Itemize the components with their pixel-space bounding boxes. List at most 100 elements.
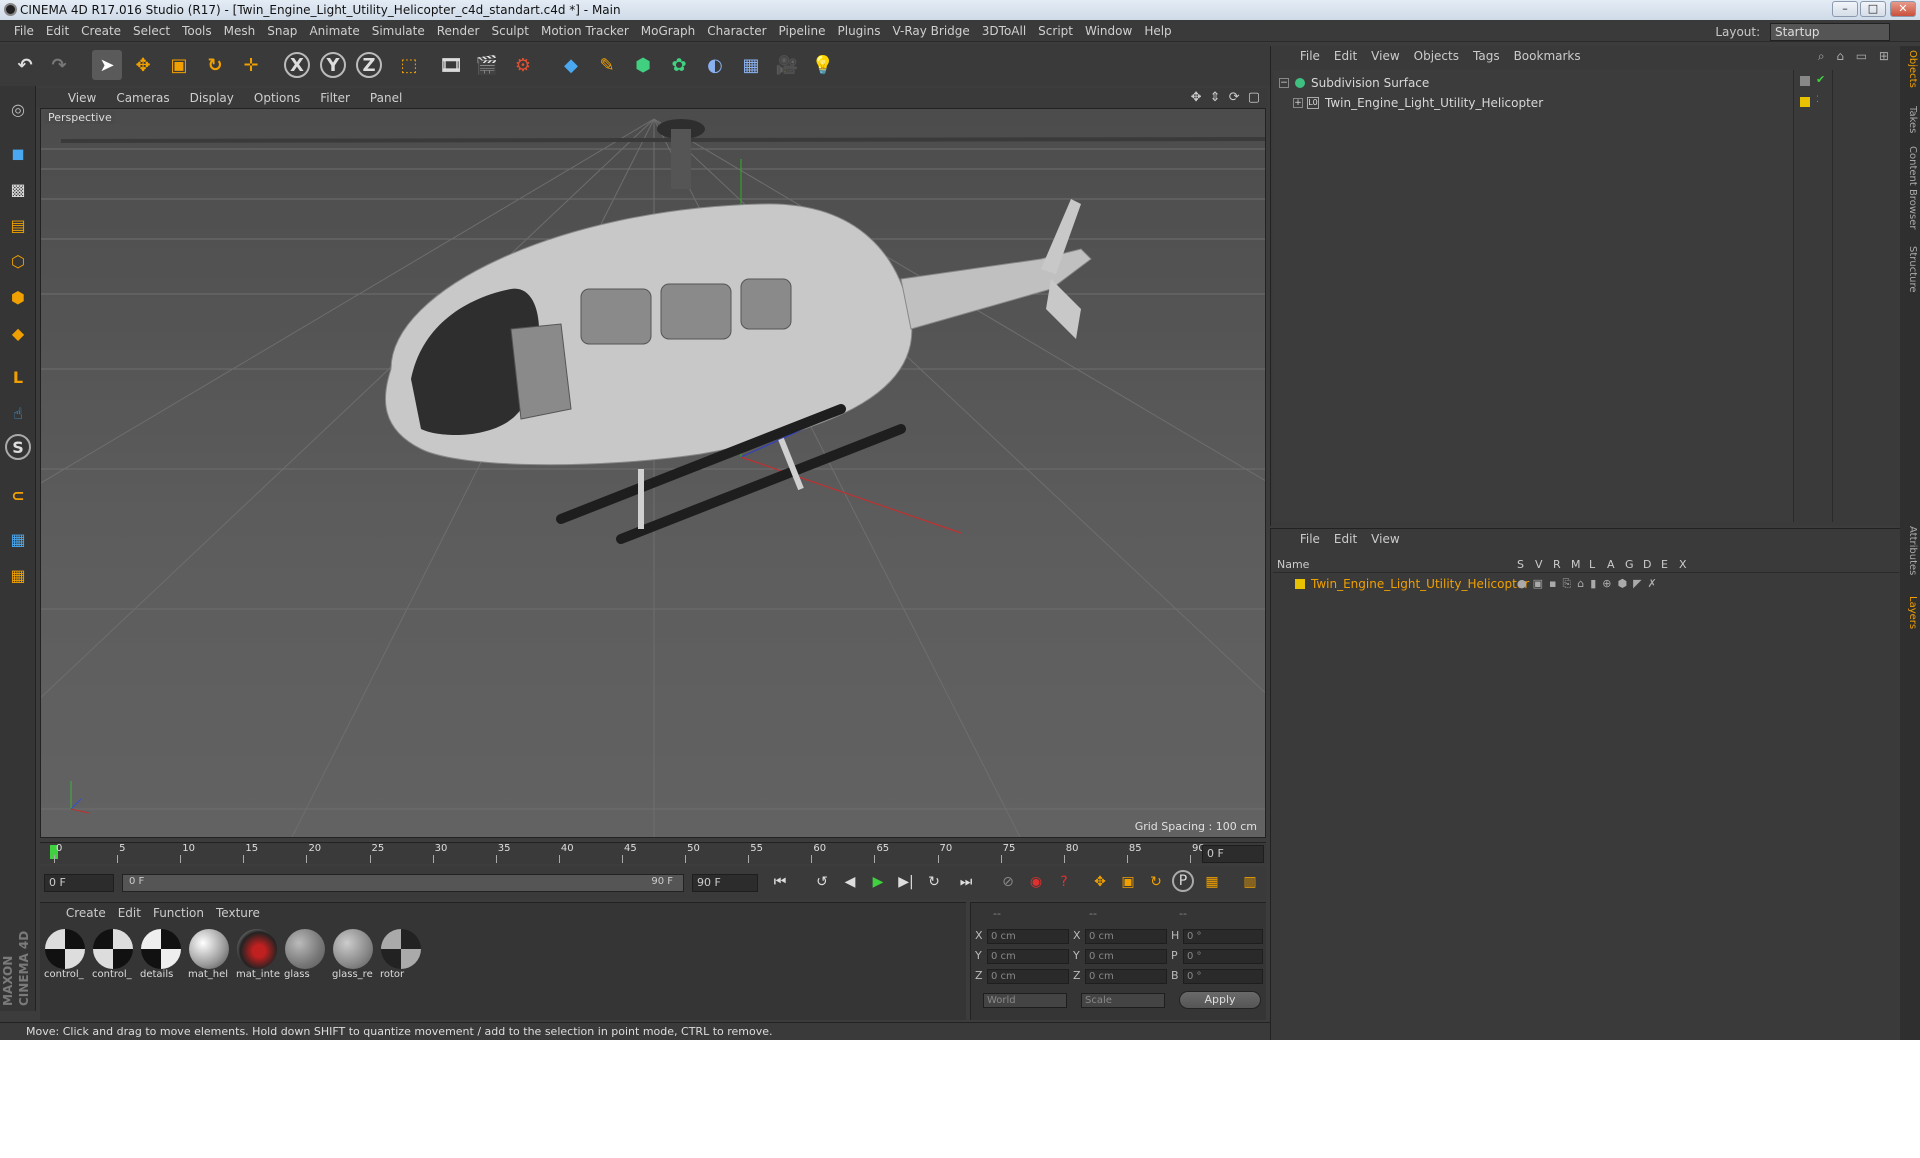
magnet-icon[interactable]: ⊂	[3, 480, 33, 510]
viewport-menu-view[interactable]: View	[58, 88, 106, 108]
layer-menu-file[interactable]: File	[1293, 529, 1327, 549]
snap-icon[interactable]: S	[5, 434, 31, 460]
layer-column-x[interactable]: X	[1679, 557, 1687, 573]
menu-window[interactable]: Window	[1079, 20, 1138, 42]
layer-column-m[interactable]: M	[1571, 557, 1581, 573]
layer-name[interactable]: Twin_Engine_Light_Utility_Helicopter	[1311, 575, 1529, 593]
menu-simulate[interactable]: Simulate	[366, 20, 431, 42]
next-key-icon[interactable]: ↻	[922, 870, 946, 894]
render-picture-viewer-icon[interactable]: 🎬	[472, 50, 502, 80]
x-axis-icon[interactable]: X	[284, 52, 310, 78]
layer-column-v[interactable]: V	[1535, 557, 1543, 573]
floor-scene-icon[interactable]: ▦	[736, 50, 766, 80]
previous-key-icon[interactable]: ↺	[810, 870, 834, 894]
apply-button[interactable]: Apply	[1179, 991, 1261, 1009]
undo-icon[interactable]: ↶	[10, 50, 40, 80]
menu-snap[interactable]: Snap	[261, 20, 303, 42]
rotation-b-field[interactable]: 0 °	[1183, 969, 1263, 984]
key-position-icon[interactable]: ✥	[1088, 870, 1112, 894]
layer-menu-view[interactable]: View	[1364, 529, 1406, 549]
layer-menu-edit[interactable]: Edit	[1327, 529, 1364, 549]
tweak-mode-icon[interactable]: ☝	[3, 398, 33, 428]
polygons-mode-icon[interactable]: ◆	[3, 318, 33, 348]
material-swatch[interactable]: details	[138, 927, 184, 987]
quantize-icon[interactable]: ▦	[3, 560, 33, 590]
move-tool-icon[interactable]: ✥	[128, 50, 158, 80]
camera-icon[interactable]: 🎥	[772, 50, 802, 80]
tab-takes[interactable]: Takes	[1902, 106, 1918, 133]
viewport-menu-options[interactable]: Options	[244, 88, 310, 108]
menu-sculpt[interactable]: Sculpt	[485, 20, 534, 42]
expand-icon[interactable]: +	[1293, 98, 1303, 108]
material-swatch[interactable]: rotor	[378, 927, 424, 987]
timeline-ruler[interactable]: 0 5 10 15 20 25 30 35 40 45 50 55 60 65 70 75 80 85 90 0 F	[40, 842, 1266, 864]
position-x-field[interactable]: 0 cm	[987, 929, 1069, 944]
tab-content-browser[interactable]: Content Browser	[1902, 146, 1918, 229]
layout-dropdown[interactable]: Startup	[1770, 23, 1890, 41]
render-settings-icon[interactable]: ⚙	[508, 50, 538, 80]
menu-help[interactable]: Help	[1138, 20, 1177, 42]
play-icon[interactable]: ▶	[866, 870, 890, 894]
preview-range-slider[interactable]: 0 F 90 F	[122, 874, 684, 892]
workplane-mode-icon[interactable]: ▤	[3, 210, 33, 240]
render-view-icon[interactable]: 🎞	[436, 50, 466, 80]
viewport-nav-icons[interactable]: ✥ ⇕ ⟳ ▢	[1191, 88, 1262, 108]
menu-pipeline[interactable]: Pipeline	[773, 20, 832, 42]
key-parameter-icon[interactable]: P	[1172, 870, 1194, 892]
end-frame-field[interactable]: 90 F	[692, 874, 758, 892]
cube-primitive-icon[interactable]: ◆	[556, 50, 586, 80]
tab-attributes[interactable]: Attributes	[1902, 526, 1918, 575]
record-keys-icon[interactable]: ⊘	[996, 870, 1020, 894]
coordinate-space-dropdown[interactable]: World	[983, 993, 1067, 1008]
visibility-dots-icon[interactable]: ⁚	[1816, 95, 1819, 105]
layer-color-swatch[interactable]	[1295, 579, 1305, 589]
mograph-cloner-icon[interactable]: ✿	[664, 50, 694, 80]
layer-row[interactable]: Twin_Engine_Light_Utility_Helicopter ●▣▪…	[1273, 575, 1899, 593]
layer-color-icon[interactable]	[1800, 97, 1810, 107]
menu-select[interactable]: Select	[127, 20, 176, 42]
menu-motion-tracker[interactable]: Motion Tracker	[535, 20, 635, 42]
spline-pen-icon[interactable]: ✎	[592, 50, 622, 80]
enabled-check-icon[interactable]: ✔	[1816, 73, 1825, 86]
subdivision-surface-icon[interactable]: ⬢	[628, 50, 658, 80]
texture-mode-icon[interactable]: ▩	[3, 174, 33, 204]
menu-render[interactable]: Render	[431, 20, 486, 42]
timeline-window-icon[interactable]: ▥	[1238, 870, 1262, 894]
transform-tool-icon[interactable]: ✛	[236, 50, 266, 80]
material-menu-function[interactable]: Function	[147, 903, 210, 923]
tab-objects[interactable]: Objects	[1902, 50, 1918, 88]
layer-column-r[interactable]: R	[1553, 557, 1561, 573]
layer-flag-icons[interactable]: ●▣▪⎘⌂▮⊕⬢◤✗	[1517, 575, 1663, 593]
minimize-button[interactable]: –	[1832, 1, 1858, 17]
layer-column-g[interactable]: G	[1625, 557, 1634, 573]
live-selection-icon[interactable]: ➤	[92, 50, 122, 80]
start-frame-field[interactable]: 0 F	[44, 874, 114, 892]
tab-layers[interactable]: Layers	[1902, 596, 1918, 629]
viewport-menu-panel[interactable]: Panel	[360, 88, 412, 108]
position-z-field[interactable]: 0 cm	[987, 969, 1069, 984]
coordinate-system-icon[interactable]: ⬚	[394, 50, 424, 80]
size-z-field[interactable]: 0 cm	[1085, 969, 1167, 984]
menu-3dtoall[interactable]: 3DToAll	[976, 20, 1032, 42]
tree-item-helicopter[interactable]: + L0 Twin_Engine_Light_Utility_Helicopte…	[1273, 94, 1793, 112]
key-point-level-icon[interactable]: ▦	[1200, 870, 1224, 894]
menu-create[interactable]: Create	[75, 20, 127, 42]
collapse-icon[interactable]: −	[1279, 78, 1289, 88]
size-y-field[interactable]: 0 cm	[1085, 949, 1167, 964]
menu-character[interactable]: Character	[701, 20, 772, 42]
scale-tool-icon[interactable]: ▣	[164, 50, 194, 80]
menu-vray-bridge[interactable]: V-Ray Bridge	[886, 20, 975, 42]
object-menu-objects[interactable]: Objects	[1407, 46, 1466, 66]
next-frame-icon[interactable]: ▶|	[894, 870, 918, 894]
material-swatch[interactable]: mat_hel	[186, 927, 232, 987]
maximize-button[interactable]: □	[1860, 1, 1886, 17]
viewport-menu-display[interactable]: Display	[180, 88, 244, 108]
rotation-p-field[interactable]: 0 °	[1183, 949, 1263, 964]
key-rotation-icon[interactable]: ↻	[1144, 870, 1168, 894]
layer-column-s[interactable]: S	[1517, 557, 1524, 573]
material-menu-create[interactable]: Create	[60, 903, 112, 923]
object-menu-tags[interactable]: Tags	[1466, 46, 1507, 66]
redo-icon[interactable]: ↷	[44, 50, 74, 80]
deformer-icon[interactable]: ◐	[700, 50, 730, 80]
previous-frame-icon[interactable]: ◀	[838, 870, 862, 894]
